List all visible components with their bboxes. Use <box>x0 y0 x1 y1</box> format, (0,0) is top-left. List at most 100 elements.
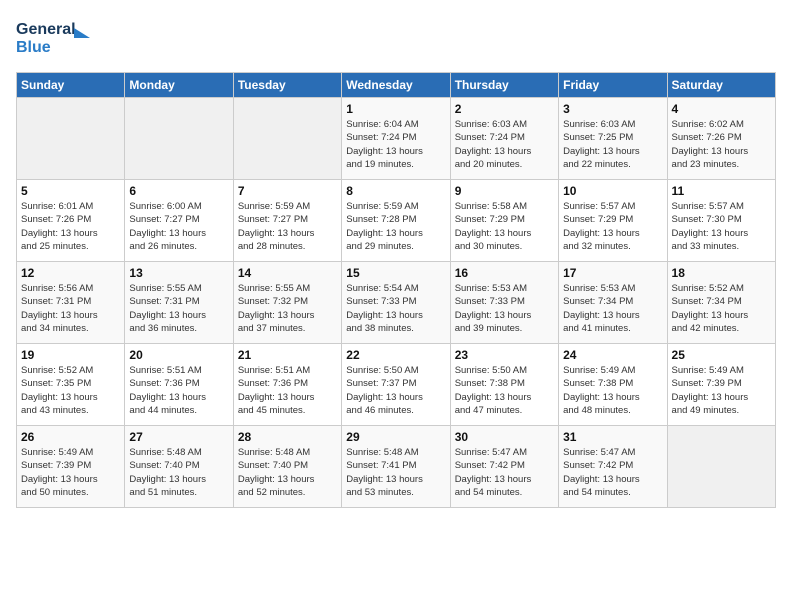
calendar-week-row: 1 Sunrise: 6:04 AM Sunset: 7:24 PM Daylig… <box>17 98 776 180</box>
calendar-week-row: 5Sunrise: 6:01 AM Sunset: 7:26 PM Daylig… <box>17 180 776 262</box>
calendar-cell: 29 Sunrise: 5:48 AM Sunset: 7:41 PM Dayli… <box>342 426 450 508</box>
calendar-cell: 5Sunrise: 6:01 AM Sunset: 7:26 PM Daylig… <box>17 180 125 262</box>
day-number: 4 <box>672 102 771 116</box>
day-number: 24 <box>563 348 662 362</box>
day-number: 12 <box>21 266 120 280</box>
day-info: Sunrise: 5:51 AM Sunset: 7:36 PM Dayligh… <box>129 364 228 417</box>
day-info: Sunrise: 6:03 AM Sunset: 7:25 PM Dayligh… <box>563 118 662 171</box>
day-number: 31 <box>563 430 662 444</box>
day-info: Sunrise: 5:54 AM Sunset: 7:33 PM Dayligh… <box>346 282 445 335</box>
day-number: 10 <box>563 184 662 198</box>
calendar-cell: 17 Sunrise: 5:53 AM Sunset: 7:34 PM Dayli… <box>559 262 667 344</box>
day-info: Sunrise: 5:49 AM Sunset: 7:39 PM Dayligh… <box>21 446 120 499</box>
day-number: 22 <box>346 348 445 362</box>
calendar-cell: 20 Sunrise: 5:51 AM Sunset: 7:36 PM Dayli… <box>125 344 233 426</box>
day-info: Sunrise: 5:48 AM Sunset: 7:40 PM Dayligh… <box>238 446 337 499</box>
day-info: Sunrise: 5:49 AM Sunset: 7:39 PM Dayligh… <box>672 364 771 417</box>
calendar-cell: 12Sunrise: 5:56 AM Sunset: 7:31 PM Dayli… <box>17 262 125 344</box>
weekday-header-wednesday: Wednesday <box>342 73 450 98</box>
day-number: 19 <box>21 348 120 362</box>
calendar-cell: 4 Sunrise: 6:02 AM Sunset: 7:26 PM Daylig… <box>667 98 775 180</box>
day-info: Sunrise: 5:50 AM Sunset: 7:38 PM Dayligh… <box>455 364 554 417</box>
day-info: Sunrise: 5:55 AM Sunset: 7:31 PM Dayligh… <box>129 282 228 335</box>
day-number: 20 <box>129 348 228 362</box>
calendar-cell: 15 Sunrise: 5:54 AM Sunset: 7:33 PM Dayli… <box>342 262 450 344</box>
day-number: 30 <box>455 430 554 444</box>
calendar-cell: 28 Sunrise: 5:48 AM Sunset: 7:40 PM Dayli… <box>233 426 341 508</box>
calendar-cell: 22Sunrise: 5:50 AM Sunset: 7:37 PM Dayli… <box>342 344 450 426</box>
calendar-cell: 9 Sunrise: 5:58 AM Sunset: 7:29 PM Daylig… <box>450 180 558 262</box>
logo-svg: GeneralBlue <box>16 16 96 60</box>
svg-text:General: General <box>16 21 76 38</box>
day-number: 7 <box>238 184 337 198</box>
day-info: Sunrise: 5:48 AM Sunset: 7:40 PM Dayligh… <box>129 446 228 499</box>
day-info: Sunrise: 5:51 AM Sunset: 7:36 PM Dayligh… <box>238 364 337 417</box>
day-number: 3 <box>563 102 662 116</box>
day-number: 18 <box>672 266 771 280</box>
day-info: Sunrise: 6:02 AM Sunset: 7:26 PM Dayligh… <box>672 118 771 171</box>
day-info: Sunrise: 5:48 AM Sunset: 7:41 PM Dayligh… <box>346 446 445 499</box>
day-number: 28 <box>238 430 337 444</box>
day-info: Sunrise: 5:58 AM Sunset: 7:29 PM Dayligh… <box>455 200 554 253</box>
weekday-header-sunday: Sunday <box>17 73 125 98</box>
calendar-cell: 24Sunrise: 5:49 AM Sunset: 7:38 PM Dayli… <box>559 344 667 426</box>
calendar-cell: 6 Sunrise: 6:00 AM Sunset: 7:27 PM Daylig… <box>125 180 233 262</box>
day-info: Sunrise: 5:52 AM Sunset: 7:35 PM Dayligh… <box>21 364 120 417</box>
page-header: GeneralBlue <box>16 16 776 60</box>
weekday-header-friday: Friday <box>559 73 667 98</box>
calendar-cell: 11 Sunrise: 5:57 AM Sunset: 7:30 PM Dayli… <box>667 180 775 262</box>
calendar-week-row: 19 Sunrise: 5:52 AM Sunset: 7:35 PM Dayli… <box>17 344 776 426</box>
calendar-cell: 18 Sunrise: 5:52 AM Sunset: 7:34 PM Dayli… <box>667 262 775 344</box>
day-number: 5 <box>21 184 120 198</box>
calendar-cell <box>233 98 341 180</box>
day-info: Sunrise: 5:53 AM Sunset: 7:33 PM Dayligh… <box>455 282 554 335</box>
day-number: 25 <box>672 348 771 362</box>
day-number: 2 <box>455 102 554 116</box>
calendar-cell: 2 Sunrise: 6:03 AM Sunset: 7:24 PM Daylig… <box>450 98 558 180</box>
calendar-cell: 1 Sunrise: 6:04 AM Sunset: 7:24 PM Daylig… <box>342 98 450 180</box>
calendar-cell: 31 Sunrise: 5:47 AM Sunset: 7:42 PM Dayli… <box>559 426 667 508</box>
day-number: 21 <box>238 348 337 362</box>
logo: GeneralBlue <box>16 16 96 60</box>
calendar-cell: 23 Sunrise: 5:50 AM Sunset: 7:38 PM Dayli… <box>450 344 558 426</box>
day-number: 17 <box>563 266 662 280</box>
weekday-header-monday: Monday <box>125 73 233 98</box>
calendar-cell <box>125 98 233 180</box>
day-number: 1 <box>346 102 445 116</box>
day-number: 29 <box>346 430 445 444</box>
day-info: Sunrise: 5:59 AM Sunset: 7:27 PM Dayligh… <box>238 200 337 253</box>
day-number: 15 <box>346 266 445 280</box>
calendar-cell: 3 Sunrise: 6:03 AM Sunset: 7:25 PM Daylig… <box>559 98 667 180</box>
day-info: Sunrise: 5:53 AM Sunset: 7:34 PM Dayligh… <box>563 282 662 335</box>
day-number: 27 <box>129 430 228 444</box>
calendar-cell: 13 Sunrise: 5:55 AM Sunset: 7:31 PM Dayli… <box>125 262 233 344</box>
day-info: Sunrise: 5:47 AM Sunset: 7:42 PM Dayligh… <box>563 446 662 499</box>
calendar-cell: 30 Sunrise: 5:47 AM Sunset: 7:42 PM Dayli… <box>450 426 558 508</box>
calendar-cell: 8Sunrise: 5:59 AM Sunset: 7:28 PM Daylig… <box>342 180 450 262</box>
day-number: 14 <box>238 266 337 280</box>
day-info: Sunrise: 5:57 AM Sunset: 7:29 PM Dayligh… <box>563 200 662 253</box>
calendar-body: 1 Sunrise: 6:04 AM Sunset: 7:24 PM Daylig… <box>17 98 776 508</box>
day-info: Sunrise: 5:52 AM Sunset: 7:34 PM Dayligh… <box>672 282 771 335</box>
calendar-week-row: 26 Sunrise: 5:49 AM Sunset: 7:39 PM Dayli… <box>17 426 776 508</box>
day-number: 11 <box>672 184 771 198</box>
calendar-cell: 19 Sunrise: 5:52 AM Sunset: 7:35 PM Dayli… <box>17 344 125 426</box>
day-info: Sunrise: 6:00 AM Sunset: 7:27 PM Dayligh… <box>129 200 228 253</box>
day-number: 13 <box>129 266 228 280</box>
day-info: Sunrise: 6:04 AM Sunset: 7:24 PM Dayligh… <box>346 118 445 171</box>
day-info: Sunrise: 6:03 AM Sunset: 7:24 PM Dayligh… <box>455 118 554 171</box>
day-number: 16 <box>455 266 554 280</box>
day-info: Sunrise: 5:57 AM Sunset: 7:30 PM Dayligh… <box>672 200 771 253</box>
calendar-cell: 25 Sunrise: 5:49 AM Sunset: 7:39 PM Dayli… <box>667 344 775 426</box>
calendar-cell: 21 Sunrise: 5:51 AM Sunset: 7:36 PM Dayli… <box>233 344 341 426</box>
weekday-header-thursday: Thursday <box>450 73 558 98</box>
day-number: 26 <box>21 430 120 444</box>
day-number: 9 <box>455 184 554 198</box>
day-number: 23 <box>455 348 554 362</box>
calendar-week-row: 12Sunrise: 5:56 AM Sunset: 7:31 PM Dayli… <box>17 262 776 344</box>
day-number: 6 <box>129 184 228 198</box>
calendar-cell <box>667 426 775 508</box>
calendar-cell: 10 Sunrise: 5:57 AM Sunset: 7:29 PM Dayli… <box>559 180 667 262</box>
day-info: Sunrise: 5:55 AM Sunset: 7:32 PM Dayligh… <box>238 282 337 335</box>
day-info: Sunrise: 5:47 AM Sunset: 7:42 PM Dayligh… <box>455 446 554 499</box>
